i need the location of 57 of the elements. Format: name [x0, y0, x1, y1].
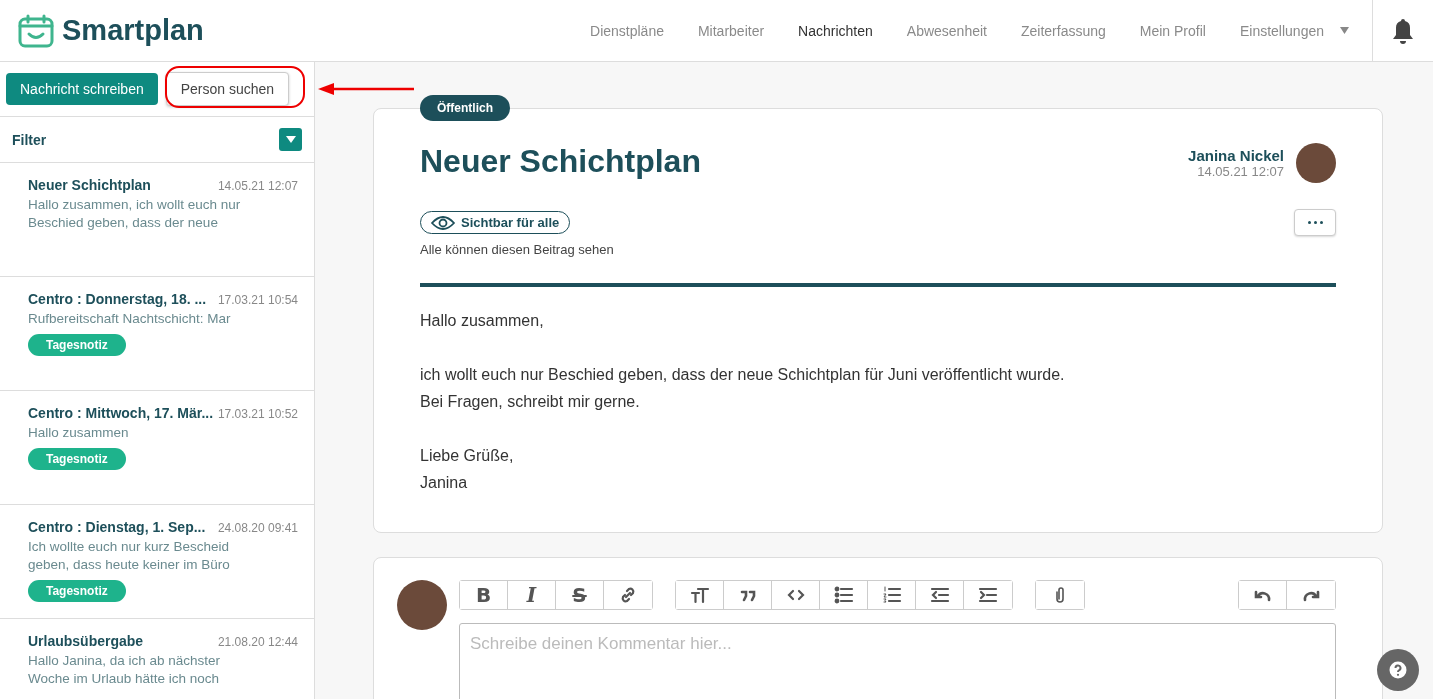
post-title: Neuer Schichtplan — [420, 143, 701, 180]
message-title[interactable]: Centro : Mittwoch, 17. Mär... — [28, 405, 214, 421]
message-title[interactable]: Neuer Schichtplan — [28, 177, 151, 193]
attach-button[interactable] — [1036, 581, 1084, 609]
filter-toggle-button[interactable] — [279, 128, 302, 151]
message-time: 14.05.21 12:07 — [217, 179, 298, 193]
filter-label: Filter — [12, 131, 47, 148]
bold-button[interactable]: B — [460, 581, 508, 609]
indent-icon — [978, 586, 998, 604]
visibility-chip[interactable]: Sichtbar für alle — [420, 211, 571, 234]
message-time: 17.03.21 10:52 — [217, 407, 298, 421]
message-preview: Hallo zusammen, ich wollt euch nur Beschied geben, dass der neue — [28, 196, 242, 232]
message-title[interactable]: Urlaubsübergabe — [28, 633, 144, 649]
nav-tab[interactable]: Mein Profil — [1122, 22, 1223, 39]
heading-icon — [689, 586, 710, 604]
search-person-button[interactable]: Person suchen — [165, 72, 290, 106]
nav-tab[interactable]: Nachrichten — [781, 22, 890, 39]
visibility-note: Alle können diesen Beitrag sehen — [420, 242, 615, 257]
outdent-icon — [929, 586, 950, 604]
message-preview: Hallo zusammen — [28, 424, 130, 442]
author-avatar — [1296, 143, 1336, 183]
caret-icon — [285, 136, 296, 143]
visibility-badge: Öffentlich — [420, 95, 510, 121]
help-button[interactable] — [1377, 649, 1419, 691]
message-time: 17.03.21 10:54 — [217, 293, 298, 307]
nav-tab[interactable]: Zeiterfassung — [1003, 22, 1123, 39]
message-title[interactable]: Centro : Dienstag, 1. Sep... — [28, 519, 206, 535]
message-time: 24.08.20 09:41 — [217, 521, 298, 535]
nav-tab[interactable]: Abwesenheit — [889, 22, 1004, 39]
post-time: 14.05.21 12:07 — [1196, 164, 1284, 179]
nav-tab[interactable]: Dienstpläne — [573, 22, 681, 39]
write-message-button[interactable]: Nachricht schreiben — [6, 73, 158, 105]
message-tag: Tagesnotiz — [28, 580, 126, 602]
message-time: 21.08.20 12:44 — [217, 635, 298, 649]
help-icon — [1389, 661, 1407, 679]
message-tag: Tagesnotiz — [28, 334, 126, 356]
author-name: Janina Nickel — [1188, 147, 1284, 164]
post-paragraph: ich wollt euch nur Beschied geben, dass der neue Schichtplan für Juni veröffentlicht wurde. Bei Fragen, schreibt mir gerne. — [420, 365, 1066, 412]
nav-tab[interactable]: Einstellungen — [1222, 22, 1366, 39]
notification-bell-icon[interactable] — [1391, 17, 1415, 44]
message-preview: Rufbereitschaft Nachtschicht: Mar — [28, 310, 232, 328]
comment-field[interactable]: Schreibe deinen Kommentar hier... — [459, 623, 1336, 699]
message-preview: Ich wollte euch nur kurz Bescheid geben, dass heute keiner im Büro — [28, 538, 231, 574]
message-tag: Tagesnotiz — [28, 448, 126, 470]
undo-button[interactable] — [1239, 581, 1287, 609]
app-logo-text: Smartplan — [62, 14, 204, 47]
post-paragraph: Hallo zusammen, — [420, 311, 545, 331]
numbers-icon — [881, 586, 902, 604]
eye-icon — [431, 215, 455, 230]
message-title[interactable]: Centro : Donnerstag, 18. ... — [28, 291, 207, 307]
nav-tab[interactable]: Mitarbeiter — [680, 22, 782, 39]
calendar-smile-icon — [18, 13, 54, 48]
bullets-icon — [833, 586, 854, 604]
heading-button[interactable] — [676, 581, 724, 609]
user-avatar — [397, 580, 447, 630]
post-paragraph: Liebe Grüße, Janina — [420, 446, 515, 493]
message-preview: Hallo Janina, da ich ab nächster Woche im Urlaub hätte ich noch — [28, 652, 222, 688]
